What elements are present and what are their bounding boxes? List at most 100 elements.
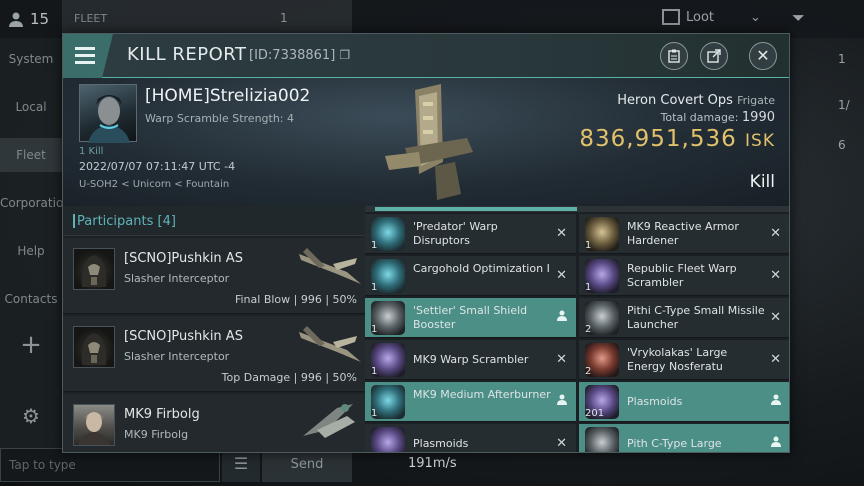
portrait-image — [88, 95, 130, 143]
victim-ship-image[interactable] — [375, 82, 485, 202]
module-name: Plasmoids — [627, 395, 683, 408]
victim-kill-count: 1 Kill — [79, 146, 104, 157]
participant-name: MK9 Firbolg — [124, 407, 200, 422]
module-name: MK9 Reactive Armor Hardener — [627, 220, 739, 247]
total-damage-value: 1990 — [741, 110, 775, 125]
send-button[interactable]: Send — [262, 448, 352, 482]
victim-header: [HOME]Strelizia002 Warp Scramble Strengt… — [63, 78, 789, 206]
square-icon — [662, 9, 680, 25]
isk-value: 836,951,536 ISK — [579, 126, 775, 152]
menu-local[interactable]: Local — [0, 100, 62, 114]
participants-panel: Participants [4] [SCNO]Pushkin AS Slashe… — [63, 206, 365, 452]
kill-location[interactable]: U-SOH2 < Unicorn < Fountain — [79, 179, 229, 190]
module-icon — [585, 427, 619, 452]
participants-header[interactable]: Participants [4] — [63, 206, 365, 236]
participant-ship: Slasher Interceptor — [124, 350, 230, 363]
menu-help[interactable]: Help — [0, 244, 62, 258]
module-name: Republic Fleet Warp Scrambler — [627, 262, 737, 289]
participant-ship-image — [299, 248, 361, 284]
right-count-1: 1 — [838, 52, 846, 66]
person-icon — [557, 310, 567, 324]
victim-ship-name[interactable]: Heron Covert Ops Frigate — [617, 93, 775, 108]
participant-stats: Final Blow | 996 | 50% — [234, 293, 357, 306]
gear-icon[interactable]: ⚙ — [0, 404, 62, 428]
menu-lines-icon[interactable]: ☰ — [222, 448, 260, 482]
destroyed-icon: ✕ — [556, 352, 567, 367]
module-quantity: 2 — [585, 324, 592, 335]
portrait-image — [78, 412, 110, 445]
participant-name: [SCNO]Pushkin AS — [124, 329, 243, 344]
module-name: MK9 Warp Scrambler — [413, 353, 529, 366]
person-icon — [771, 436, 781, 450]
player-counter[interactable]: 15 — [8, 10, 49, 28]
ship-type: Heron Covert Ops — [617, 93, 733, 108]
module-name: Pithi C-Type Small Missile Launcher — [627, 304, 765, 331]
participant-portrait — [73, 248, 115, 290]
share-button[interactable] — [700, 42, 728, 70]
menu-contacts[interactable]: Contacts — [0, 292, 62, 306]
fleet-count: 1 — [280, 11, 288, 25]
victim-portrait[interactable] — [79, 84, 137, 143]
fitting-item[interactable]: 2 Pithi C-Type Small Missile Launcher ✕ — [579, 298, 789, 338]
participant-ship-image — [299, 326, 361, 362]
fitting-item[interactable]: 1 MK9 Warp Scrambler ✕ — [365, 340, 576, 380]
participant-name: [SCNO]Pushkin AS — [124, 251, 243, 266]
player-count: 15 — [30, 10, 50, 28]
module-quantity: 201 — [585, 408, 605, 419]
isk-amount: 836,951,536 — [579, 126, 737, 152]
copy-icon[interactable]: ❐ — [339, 48, 350, 62]
participant-ship: MK9 Firbolg — [124, 428, 189, 441]
fitting-item[interactable]: 1 MK9 Medium Afterburner — [365, 382, 576, 422]
participant-row[interactable]: MK9 Firbolg MK9 Firbolg — [63, 394, 365, 452]
destroyed-icon: ✕ — [770, 310, 781, 325]
module-name: 'Predator' Warp Disruptors — [413, 220, 498, 247]
fitting-item[interactable]: 1 Republic Fleet Warp Scrambler ✕ — [579, 256, 789, 296]
participant-portrait — [73, 326, 115, 368]
helmet-image — [81, 255, 107, 287]
victim-name[interactable]: [HOME]Strelizia002 — [145, 86, 310, 106]
module-quantity: 1 — [371, 408, 378, 419]
person-icon — [771, 394, 781, 408]
fitting-item[interactable]: Pith C-Type Large — [579, 424, 789, 452]
fitting-item[interactable]: Plasmoids ✕ — [365, 424, 576, 452]
module-name: Plasmoids — [413, 437, 469, 450]
participant-row[interactable]: [SCNO]Pushkin AS Slasher Interceptor Fin… — [63, 238, 365, 314]
fitting-item[interactable]: 1 'Predator' Warp Disruptors ✕ — [365, 214, 576, 254]
speed-readout: 191m/s — [408, 456, 457, 471]
destroyed-icon: ✕ — [770, 352, 781, 367]
left-menu: System Local Fleet Corporation Help Cont… — [0, 38, 71, 448]
module-quantity: 2 — [585, 366, 592, 377]
hamburger-menu-button[interactable] — [63, 34, 113, 78]
module-quantity: 1 — [585, 240, 592, 251]
participant-ship-image — [303, 404, 355, 438]
destroyed-icon: ✕ — [556, 268, 567, 283]
fitting-item[interactable]: 1 'Settler' Small Shield Booster — [365, 298, 576, 338]
loot-filter[interactable]: Loot ⌄ — [662, 9, 761, 25]
add-icon[interactable]: + — [0, 330, 62, 360]
clipboard-button[interactable] — [660, 42, 688, 70]
fitting-item[interactable]: 2 'Vrykolakas' Large Energy Nosferatu ✕ — [579, 340, 789, 380]
module-name: 'Settler' Small Shield Booster — [413, 304, 528, 331]
module-quantity: 1 — [371, 282, 378, 293]
chat-input[interactable]: Tap to type — [0, 448, 220, 482]
person-icon — [557, 394, 567, 408]
chevron-down-icon: ⌄ — [750, 9, 761, 25]
isk-unit: ISK — [745, 131, 775, 151]
fitting-item[interactable]: 201 Plasmoids — [579, 382, 789, 422]
fitting-item[interactable]: 1 MK9 Reactive Armor Hardener ✕ — [579, 214, 789, 254]
filter-icon[interactable]: ⏷ — [792, 8, 805, 28]
clipboard-icon — [668, 49, 680, 63]
fitting-item[interactable]: 1 Cargohold Optimization I ✕ — [365, 256, 576, 296]
participant-stats: Top Damage | 996 | 50% — [221, 371, 357, 384]
participant-row[interactable]: [SCNO]Pushkin AS Slasher Interceptor Top… — [63, 316, 365, 392]
module-name: 'Vrykolakas' Large Energy Nosferatu — [627, 346, 728, 373]
menu-fleet[interactable]: Fleet — [0, 138, 62, 172]
close-button[interactable]: ✕ — [749, 42, 777, 70]
module-name: Pith C-Type Large — [627, 437, 722, 450]
fleet-label: FLEET — [74, 12, 108, 25]
fitting-tab-indicator — [365, 206, 789, 212]
menu-system[interactable]: System — [0, 52, 62, 66]
menu-corporation[interactable]: Corporation — [0, 196, 71, 210]
loot-label: Loot — [686, 9, 715, 25]
right-count-3: 6 — [838, 138, 846, 152]
